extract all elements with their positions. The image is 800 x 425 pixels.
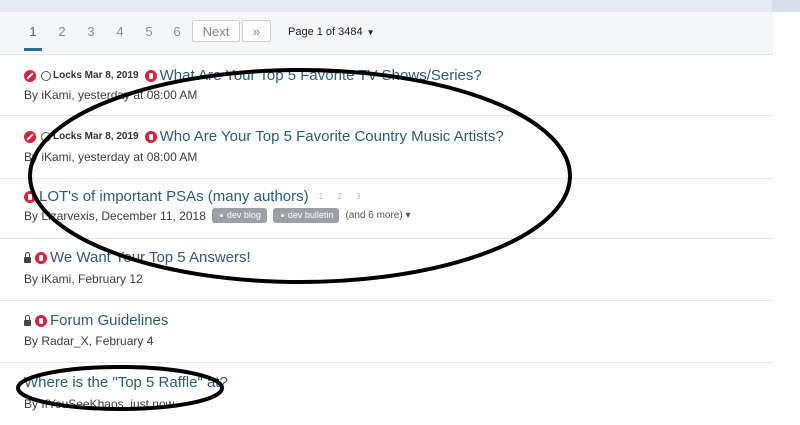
thread-title-link[interactable]: LOT's of important PSAs (many authors) — [39, 188, 309, 205]
last-page-button[interactable]: » — [242, 20, 271, 42]
thread-title-link[interactable]: What Are Your Top 5 Favorite TV Shows/Se… — [160, 67, 482, 84]
thread-meta-line: By Lizarvexis, December 11, 2018 dev blo… — [24, 208, 411, 223]
page-2-link[interactable]: 2 — [53, 24, 71, 39]
next-button[interactable]: Next — [192, 20, 240, 42]
pin-icon — [35, 251, 47, 264]
lock-icon — [24, 251, 31, 263]
thread-row: Locks Mar 8, 2019 Who Are Your Top 5 Fav… — [0, 116, 773, 179]
thread-meta: By iKami, yesterday at 08:00 AM — [24, 88, 198, 102]
tag-dev-blog[interactable]: dev blog — [211, 208, 267, 223]
thread-meta: By Radar_X, February 4 — [24, 334, 154, 348]
more-tags-toggle[interactable]: (and 6 more) ▾ — [345, 210, 410, 221]
pagination-bar: 1 2 3 4 5 6 Next » Page 1 of 3484 ▼ — [0, 12, 773, 55]
thread-title-line: Locks Mar 8, 2019 Who Are Your Top 5 Fav… — [24, 128, 504, 145]
thread-title-line: Forum Guidelines — [24, 312, 168, 329]
locks-date: Locks Mar 8, 2019 — [53, 70, 139, 81]
thread-row: Forum Guidelines By Radar_X, February 4 — [0, 301, 773, 363]
tag-dev-bulletin[interactable]: dev bulletin — [272, 208, 340, 223]
page-6-link[interactable]: 6 — [168, 24, 186, 39]
clock-icon — [41, 131, 51, 142]
page-1-link[interactable]: 1 — [24, 24, 42, 51]
thread-meta: By iKami, yesterday at 08:00 AM — [24, 150, 198, 164]
thread-row: We Want Your Top 5 Answers! By iKami, Fe… — [0, 239, 773, 301]
top-strip — [0, 0, 800, 12]
thread-title-line: We Want Your Top 5 Answers! — [24, 249, 251, 266]
ban-icon — [24, 69, 36, 82]
page-of-label: Page 1 of 3484 — [288, 26, 363, 38]
thread-title-link[interactable]: Where is the "Top 5 Raffle" at? — [24, 374, 228, 391]
pin-icon — [24, 190, 36, 203]
thread-title-link[interactable]: Forum Guidelines — [50, 312, 168, 329]
top-strip-gap — [772, 0, 800, 12]
thread-title-link[interactable]: Who Are Your Top 5 Favorite Country Musi… — [160, 128, 504, 145]
lock-icon — [24, 314, 31, 326]
pin-icon — [35, 314, 47, 327]
thread-row: Locks Mar 8, 2019 What Are Your Top 5 Fa… — [0, 55, 773, 116]
thread-title-line: Locks Mar 8, 2019 What Are Your Top 5 Fa… — [24, 67, 482, 84]
page-4-link[interactable]: 4 — [111, 24, 129, 39]
locks-badge: Locks Mar 8, 2019 — [41, 131, 139, 142]
ban-icon — [24, 130, 36, 143]
thread-meta: By iKami, February 12 — [24, 272, 143, 286]
page-5-link[interactable]: 5 — [140, 24, 158, 39]
locks-badge: Locks Mar 8, 2019 — [41, 70, 139, 81]
page-3-link[interactable]: 3 — [82, 24, 100, 39]
pin-icon — [144, 69, 157, 82]
more-tags-label: (and 6 more) — [345, 210, 403, 221]
locks-date: Locks Mar 8, 2019 — [53, 131, 139, 142]
pin-icon — [144, 130, 157, 143]
thread-row: LOT's of important PSAs (many authors) 1… — [0, 179, 773, 239]
thread-meta: By IfYouSeeKhaos, just now — [24, 397, 175, 411]
thread-mini-pages[interactable]: 1 2 3 — [319, 192, 367, 201]
thread-row: Where is the "Top 5 Raffle" at? By IfYou… — [0, 363, 773, 425]
chevron-down-icon: ▼ — [366, 28, 375, 37]
thread-title-line: Where is the "Top 5 Raffle" at? — [24, 374, 228, 391]
thread-title-line: LOT's of important PSAs (many authors) 1… — [24, 188, 366, 205]
page-selector[interactable]: Page 1 of 3484 ▼ — [288, 26, 375, 38]
clock-icon — [41, 70, 51, 81]
thread-title-link[interactable]: We Want Your Top 5 Answers! — [50, 249, 251, 266]
thread-meta: By Lizarvexis, December 11, 2018 — [24, 208, 206, 223]
